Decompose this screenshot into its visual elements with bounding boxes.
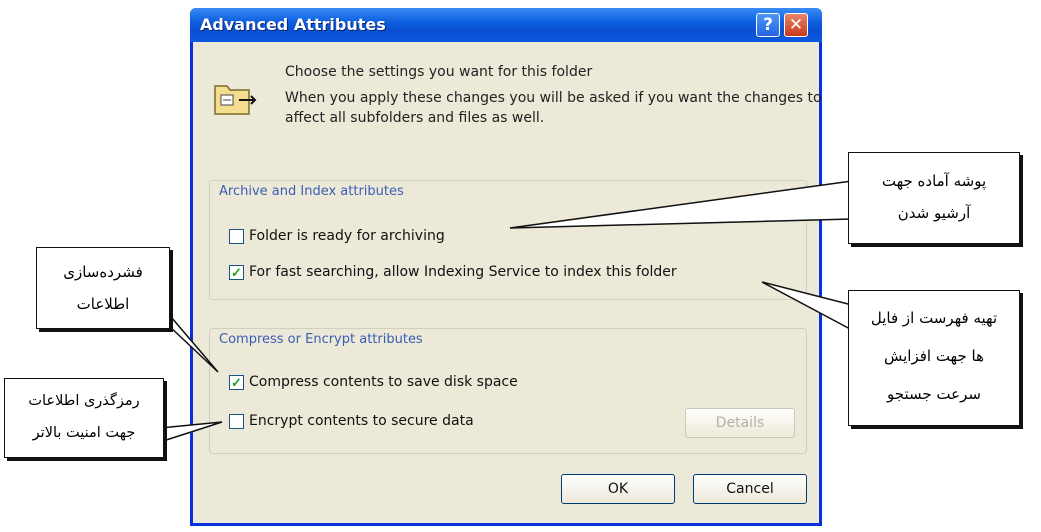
intro-description: When you apply these changes you will be… (285, 90, 822, 126)
compress-option-label: Compress contents to save disk space (249, 374, 518, 390)
archive-callout-line1: پوشه آماده جهت (881, 172, 987, 190)
index-checkbox[interactable]: ✓ (229, 265, 244, 280)
title-bar[interactable]: Advanced Attributes ? ✕ (190, 8, 822, 42)
index-option-label: For fast searching, allow Indexing Servi… (249, 264, 677, 280)
encrypt-callout-line2: جهت امنیت بالاتر (32, 425, 136, 441)
compress-checkbox[interactable]: ✓ (229, 375, 244, 390)
ok-button[interactable]: OK (561, 474, 675, 504)
compress-callout-line1: فشرده‌سازی (63, 263, 143, 281)
index-callout: تهیه فهرست از فایل ها جهت افزایش سرعت جس… (848, 290, 1020, 426)
compress-callout: فشرده‌سازی اطلاعات (36, 247, 170, 329)
encrypt-option-label: Encrypt contents to secure data (249, 413, 474, 429)
compress-encrypt-group-title: Compress or Encrypt attributes (219, 332, 423, 347)
archive-checkbox[interactable] (229, 229, 244, 244)
details-button[interactable]: Details (685, 408, 795, 438)
index-callout-line2: ها جهت افزایش (883, 347, 984, 365)
archive-callout: پوشه آماده جهت آرشیو شدن (848, 152, 1020, 244)
archive-option-label: Folder is ready for archiving (249, 228, 445, 244)
dialog-title: Advanced Attributes (200, 15, 386, 34)
encrypt-checkbox[interactable] (229, 414, 244, 429)
folder-settings-icon (214, 85, 257, 115)
advanced-attributes-dialog: Advanced Attributes ? ✕ Choose the setti… (190, 8, 822, 526)
encrypt-callout: رمزگذری اطلاعات جهت امنیت بالاتر (4, 378, 164, 458)
encrypt-callout-line1: رمزگذری اطلاعات (28, 393, 140, 409)
intro-heading: Choose the settings you want for this fo… (285, 64, 593, 80)
compress-callout-line2: اطلاعات (76, 295, 130, 313)
archive-callout-line2: آرشیو شدن (897, 204, 971, 222)
index-callout-line3: سرعت جستجو (887, 385, 981, 403)
help-button[interactable]: ? (756, 13, 780, 37)
archive-index-group-title: Archive and Index attributes (219, 184, 404, 199)
cancel-button[interactable]: Cancel (693, 474, 807, 504)
index-callout-line1: تهیه فهرست از فایل (870, 309, 998, 327)
close-button[interactable]: ✕ (784, 13, 808, 37)
